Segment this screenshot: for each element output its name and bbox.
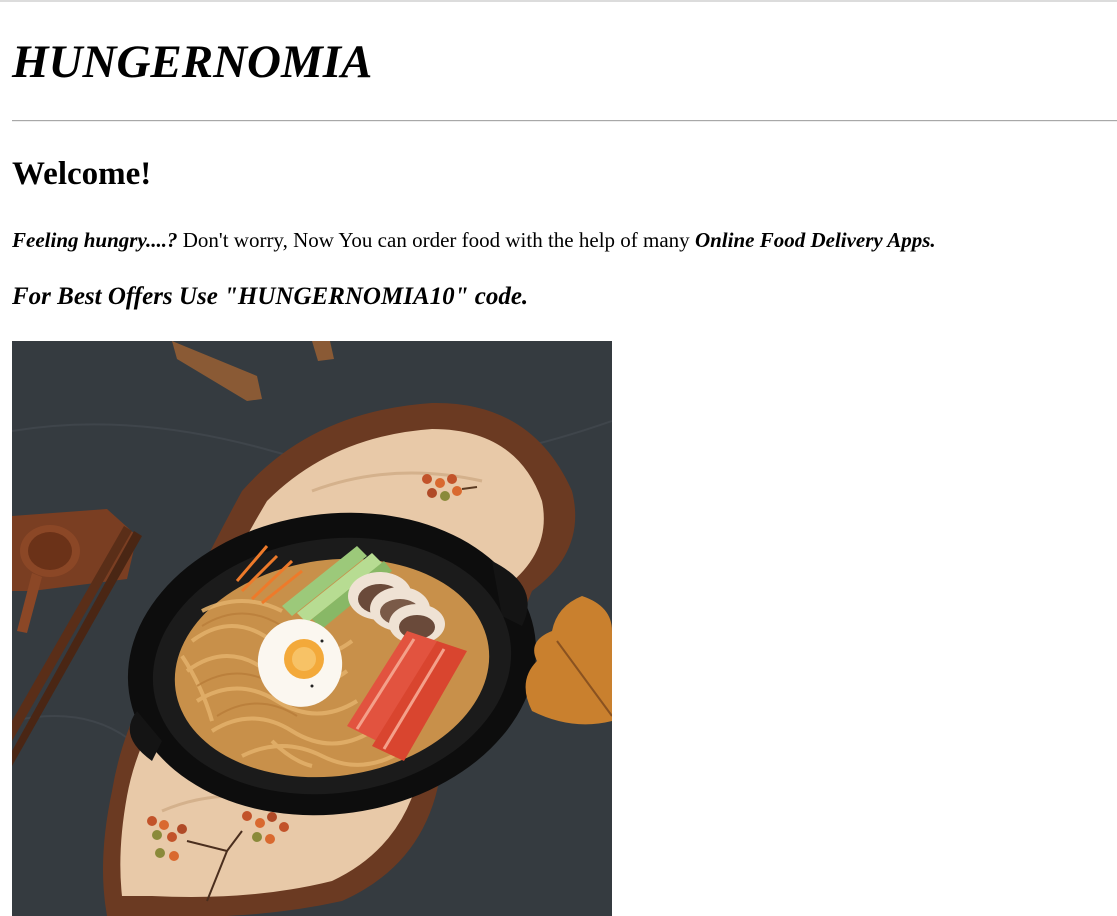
- intro-emphasis: Online Food Delivery Apps.: [694, 228, 936, 252]
- offer-text: For Best Offers Use "HUNGERNOMIA10" code…: [12, 283, 529, 310]
- site-title: HUNGERNOMIA: [12, 36, 373, 88]
- intro-text: Don't worry, Now You can order food with…: [177, 228, 695, 252]
- intro-paragraph: Feeling hungry....? Don't worry, Now You…: [12, 226, 936, 254]
- top-border: [0, 0, 1117, 2]
- ramen-bowl-image: [12, 341, 612, 916]
- horizontal-rule: [12, 120, 1117, 122]
- welcome-heading: Welcome!: [12, 156, 152, 192]
- intro-lead: Feeling hungry....?: [12, 228, 178, 252]
